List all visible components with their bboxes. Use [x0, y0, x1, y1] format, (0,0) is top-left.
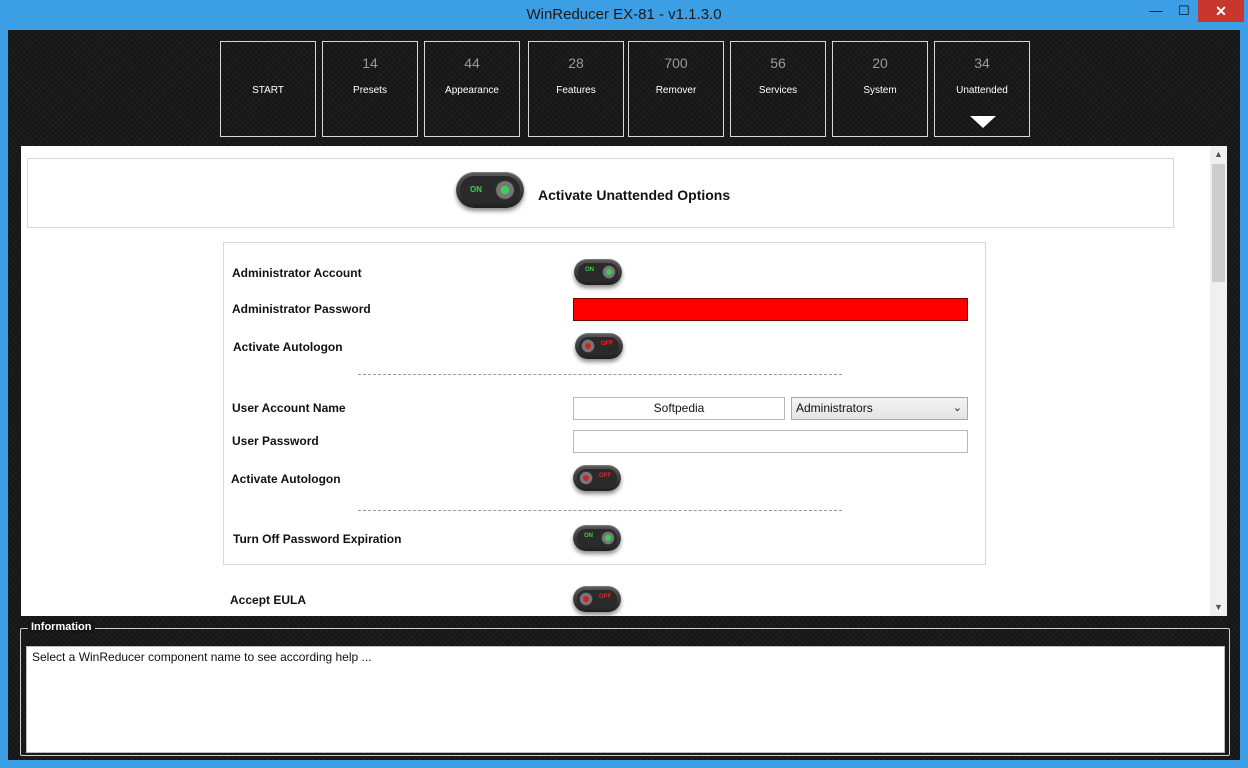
toggle-knob-icon — [602, 265, 616, 279]
title-bar: WinReducer EX-81 - v1.1.3.0 — ☐ ✕ — [0, 0, 1248, 30]
tile-count: 14 — [362, 55, 378, 71]
user-group-select[interactable]: Administrators ⌄ — [791, 397, 968, 420]
information-group: Information Select a WinReducer componen… — [20, 621, 1230, 756]
tile-label: Appearance — [445, 85, 499, 96]
tile-label: Unattended — [956, 85, 1008, 96]
tile-system[interactable]: 20 System — [832, 41, 928, 137]
scroll-down-icon[interactable]: ▼ — [1210, 599, 1227, 616]
tile-label: Presets — [353, 85, 387, 96]
tile-services[interactable]: 56 Services — [730, 41, 826, 137]
tile-start[interactable]: START — [220, 41, 316, 137]
toggle-state-text: ON — [585, 267, 594, 273]
tile-label: Services — [758, 85, 798, 96]
admin-account-toggle[interactable]: ON — [574, 259, 622, 285]
tile-label: Features — [556, 85, 596, 96]
tile-count: 34 — [974, 55, 990, 71]
tile-label: START — [252, 85, 284, 96]
toggle-knob-icon — [601, 531, 615, 545]
tile-unattended[interactable]: 34 Unattended — [934, 41, 1030, 137]
toggle-knob-icon — [579, 592, 593, 606]
tile-count: 56 — [770, 55, 786, 71]
toggle-state-text: OFF — [599, 473, 611, 479]
tile-features[interactable]: 28 Features — [528, 41, 624, 137]
accept-eula-toggle[interactable]: OFF — [573, 586, 621, 612]
tile-count: 700 — [664, 55, 688, 71]
information-legend: Information — [28, 621, 95, 633]
user-password-label: User Password — [232, 434, 319, 448]
tile-remover[interactable]: 700 Remover — [628, 41, 724, 137]
user-group-value: Administrators — [796, 401, 873, 415]
user-password-field[interactable] — [573, 430, 968, 453]
toggle-state-text: ON — [470, 185, 482, 194]
user-account-name-label: User Account Name — [232, 401, 346, 415]
window-title: WinReducer EX-81 - v1.1.3.0 — [526, 6, 722, 23]
activate-unattended-label: Activate Unattended Options — [538, 187, 731, 203]
maximize-button[interactable]: ☐ — [1170, 0, 1198, 22]
selected-arrow-icon — [970, 116, 996, 128]
tile-count: 28 — [568, 55, 584, 71]
admin-account-label: Administrator Account — [232, 266, 362, 280]
activate-unattended-toggle[interactable]: ON — [456, 172, 524, 208]
toggle-state-text: OFF — [601, 341, 613, 347]
information-text[interactable]: Select a WinReducer component name to se… — [26, 646, 1225, 753]
user-autologon-label: Activate Autologon — [231, 472, 341, 486]
divider — [358, 510, 842, 511]
tile-presets[interactable]: 14 Presets — [322, 41, 418, 137]
activate-section: ON Activate Unattended Options — [27, 158, 1174, 228]
admin-password-field[interactable] — [573, 298, 968, 321]
scroll-up-icon[interactable]: ▲ — [1210, 146, 1227, 163]
unattended-panel: ON Activate Unattended Options Administr… — [21, 146, 1227, 616]
password-expiration-label: Turn Off Password Expiration — [233, 532, 402, 546]
user-account-name-field[interactable]: Softpedia — [573, 397, 785, 420]
admin-password-label: Administrator Password — [232, 302, 371, 316]
tile-count: 44 — [464, 55, 480, 71]
minimize-button[interactable]: — — [1142, 0, 1170, 22]
admin-autologon-toggle[interactable]: OFF — [575, 333, 623, 359]
toggle-knob-icon — [579, 471, 593, 485]
toggle-knob-icon — [495, 180, 515, 200]
close-button[interactable]: ✕ — [1198, 0, 1244, 22]
user-autologon-toggle[interactable]: OFF — [573, 465, 621, 491]
main-area: START 14 Presets 44 Appearance 28 Featur… — [8, 30, 1240, 760]
tile-count: 20 — [872, 55, 888, 71]
vertical-scrollbar[interactable]: ▲ ▼ — [1210, 146, 1227, 616]
tile-appearance[interactable]: 44 Appearance — [424, 41, 520, 137]
tile-label: System — [863, 85, 897, 96]
tile-label: Remover — [655, 85, 697, 96]
divider — [358, 374, 842, 375]
scrollbar-thumb[interactable] — [1212, 164, 1225, 282]
admin-autologon-label: Activate Autologon — [233, 340, 343, 354]
toggle-state-text: ON — [584, 533, 593, 539]
chevron-down-icon: ⌄ — [952, 402, 962, 414]
accept-eula-label: Accept EULA — [230, 593, 307, 607]
password-expiration-toggle[interactable]: ON — [573, 525, 621, 551]
toggle-state-text: OFF — [599, 594, 611, 600]
toggle-knob-icon — [581, 339, 595, 353]
